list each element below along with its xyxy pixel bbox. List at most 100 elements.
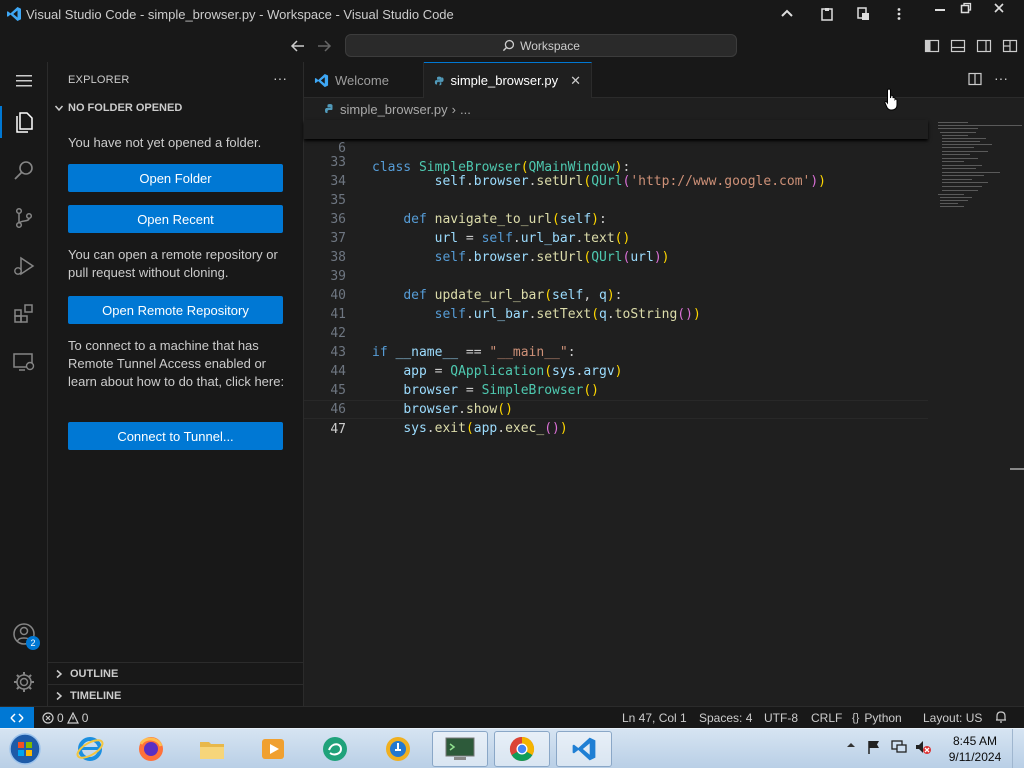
remote-indicator-icon[interactable] — [0, 707, 34, 729]
timeline-section-header[interactable]: TIMELINE — [48, 684, 303, 706]
vscode-logo-icon — [7, 7, 21, 21]
toggle-primary-sidebar-icon[interactable] — [924, 38, 940, 54]
scrollbar-marker[interactable] — [1010, 468, 1024, 470]
minimap-line — [938, 128, 978, 129]
taskbar-clock[interactable]: 8:45 AM 9/11/2024 — [942, 733, 1008, 765]
toggle-panel-icon[interactable] — [950, 38, 966, 54]
minimap-line — [938, 125, 1022, 126]
internet-explorer-icon[interactable] — [62, 731, 118, 767]
close-button[interactable] — [984, 0, 1014, 16]
show-desktop-button[interactable] — [1012, 729, 1024, 768]
run-debug-icon[interactable] — [0, 242, 48, 290]
network-icon[interactable] — [890, 739, 908, 758]
sticky-scroll-line[interactable]: 6 class SimpleBrowser(QMainWindow): — [304, 120, 928, 175]
toggle-secondary-sidebar-icon[interactable] — [976, 38, 992, 54]
code-editor[interactable]: 6 class SimpleBrowser(QMainWindow): 33 s… — [304, 120, 1024, 706]
notifications-bell-icon[interactable] — [994, 710, 1008, 727]
timeline-label: TIMELINE — [70, 689, 122, 702]
show-hidden-icons-icon[interactable] — [846, 739, 856, 753]
clock-time: 8:45 AM — [952, 734, 998, 748]
minimap-line — [942, 158, 978, 159]
manage-gear-icon[interactable] — [0, 658, 48, 706]
remote-explorer-icon[interactable] — [0, 338, 48, 386]
code-line: 43 app = QApplication(sys.argv) — [304, 324, 928, 379]
file-explorer-icon[interactable] — [184, 731, 240, 767]
copy-icon[interactable] — [852, 4, 874, 24]
minimap-line — [942, 135, 968, 136]
search-icon[interactable] — [0, 146, 48, 194]
connect-to-tunnel-button[interactable]: Connect to Tunnel... — [68, 422, 283, 450]
warning-count: 0 — [81, 711, 89, 725]
code-line: 44 browser = SimpleBrowser() — [304, 343, 928, 398]
messenger-app-icon[interactable] — [307, 731, 363, 767]
forward-arrow-icon[interactable] — [314, 36, 334, 56]
open-folder-button[interactable]: Open Folder — [68, 164, 283, 192]
minimap-line — [938, 194, 964, 195]
open-remote-repository-button[interactable]: Open Remote Repository — [68, 296, 283, 324]
volume-muted-icon[interactable] — [914, 739, 932, 758]
minimap-line — [940, 200, 968, 201]
restore-button[interactable] — [952, 0, 980, 16]
keyboard-layout[interactable]: Layout: US — [923, 711, 982, 725]
open-recent-button[interactable]: Open Recent — [68, 205, 283, 233]
minimap-line — [940, 203, 958, 204]
firefox-icon[interactable] — [123, 731, 179, 767]
language-label: Python — [864, 711, 902, 725]
vscode-window: Visual Studio Code - simple_browser.py -… — [0, 0, 1024, 768]
code-line: 45 browser.show() — [304, 362, 928, 417]
outline-label: OUTLINE — [70, 667, 119, 680]
minimap-line — [942, 172, 1000, 173]
code-line: 36 url = self.url_bar.text() — [304, 191, 928, 246]
source-control-icon[interactable] — [0, 194, 48, 242]
line-ending[interactable]: CRLF — [811, 711, 842, 725]
clipboard-icon[interactable] — [816, 4, 838, 24]
warning-icon — [66, 712, 79, 724]
encoding[interactable]: UTF-8 — [764, 711, 798, 725]
start-button[interactable] — [0, 731, 50, 767]
security-app-icon[interactable] — [370, 731, 426, 767]
terminal-app-icon[interactable] — [432, 731, 488, 767]
outline-section-header[interactable]: OUTLINE — [48, 662, 303, 684]
back-arrow-icon[interactable] — [288, 36, 308, 56]
code-line: 40 self.url_bar.setText(q.toString()) — [304, 267, 928, 322]
python-file-icon — [325, 104, 333, 113]
breadcrumb-file[interactable]: simple_browser.py — [340, 102, 448, 117]
tab-welcome[interactable]: Welcome — [304, 62, 424, 98]
command-center-search[interactable]: Workspace — [345, 34, 737, 57]
error-icon — [42, 712, 54, 724]
breadcrumb-rest[interactable]: ... — [460, 102, 471, 117]
customize-layout-icon[interactable] — [1002, 38, 1018, 54]
more-actions-icon[interactable]: ··· — [273, 70, 287, 86]
more-actions-icon[interactable]: ··· — [994, 70, 1008, 86]
chevron-up-icon[interactable] — [776, 4, 798, 24]
vscode-taskbar-icon[interactable] — [556, 731, 612, 767]
minimap-line — [942, 138, 986, 139]
explorer-icon[interactable] — [0, 98, 48, 146]
media-player-icon[interactable] — [245, 731, 301, 767]
tunnel-text: To connect to a machine that has Remote … — [68, 338, 285, 389]
extensions-icon[interactable] — [0, 290, 48, 338]
action-center-flag-icon[interactable] — [866, 739, 882, 758]
minimap-line — [942, 179, 972, 180]
language-mode[interactable]: {} Python — [852, 711, 902, 725]
minimap-line — [940, 132, 976, 133]
minimap[interactable] — [936, 120, 1024, 220]
section-label: NO FOLDER OPENED — [68, 102, 183, 114]
command-center-bar: Workspace — [0, 30, 1024, 62]
minimap-line — [942, 175, 984, 176]
no-folder-section-header[interactable]: NO FOLDER OPENED — [54, 102, 182, 114]
accounts-icon[interactable]: 2 — [0, 610, 48, 658]
split-editor-icon[interactable] — [968, 72, 982, 89]
more-vertical-icon[interactable] — [888, 4, 910, 24]
tab-simple-browser[interactable]: simple_browser.py ✕ — [424, 62, 592, 98]
tab-label: Welcome — [335, 72, 389, 88]
minimap-line — [942, 182, 988, 183]
python-file-icon — [434, 76, 444, 85]
title-bar: Visual Studio Code - simple_browser.py -… — [0, 0, 1024, 30]
problems-indicator[interactable]: 0 0 — [42, 711, 88, 725]
indentation[interactable]: Spaces: 4 — [699, 711, 752, 725]
close-icon[interactable]: ✕ — [570, 73, 581, 89]
cursor-position[interactable]: Ln 47, Col 1 — [622, 711, 687, 725]
minimize-button[interactable] — [926, 0, 954, 16]
chrome-icon[interactable] — [494, 731, 550, 767]
